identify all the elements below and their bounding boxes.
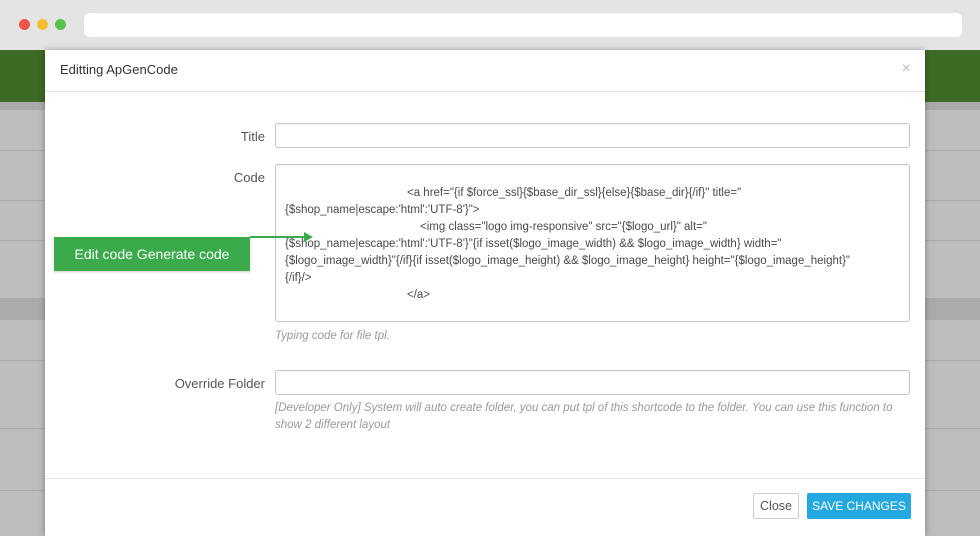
code-help-text: Typing code for file tpl. (275, 330, 390, 342)
override-folder-label: Override Folder (174, 376, 265, 391)
code-line: {$logo_image_width}"{/if}{if isset($logo… (285, 255, 850, 267)
window-minimize-dot[interactable] (37, 19, 48, 30)
code-label: Code (233, 170, 265, 185)
code-line: {$shop_name|escape:'html':'UTF-8'}"{if i… (285, 238, 782, 250)
save-changes-button[interactable]: SAVE CHANGES (807, 493, 911, 519)
annotation-callout: Edit code Generate code (54, 237, 250, 271)
window-maximize-dot[interactable] (55, 19, 66, 30)
arrow-right-icon (304, 232, 313, 242)
override-folder-input[interactable] (275, 370, 910, 395)
code-line: <img class="logo img-responsive" src="{$… (420, 221, 707, 233)
annotation-arrow (250, 236, 306, 238)
code-textarea[interactable]: <a href="{if $force_ssl}{$base_dir_ssl}{… (275, 164, 910, 322)
address-bar[interactable] (84, 13, 962, 37)
title-input[interactable] (275, 123, 910, 148)
close-icon[interactable]: × (902, 60, 911, 78)
override-folder-help-text: [Developer Only] System will auto create… (275, 402, 893, 431)
title-label: Title (240, 129, 265, 144)
edit-dialog: Editting ApGenCode × Title Code <a href=… (45, 50, 925, 536)
code-line: {/if}/> (285, 272, 312, 284)
code-line: {$shop_name|escape:'html':'UTF-8'}"> (285, 204, 480, 216)
dialog-title: Editting ApGenCode (60, 62, 178, 77)
code-line: </a> (407, 289, 431, 301)
dialog-header: Editting ApGenCode × (45, 50, 925, 92)
close-button[interactable]: Close (753, 493, 799, 519)
code-line: <a href="{if $force_ssl}{$base_dir_ssl}{… (407, 187, 742, 199)
browser-toolbar (0, 0, 980, 50)
window-close-dot[interactable] (19, 19, 30, 30)
